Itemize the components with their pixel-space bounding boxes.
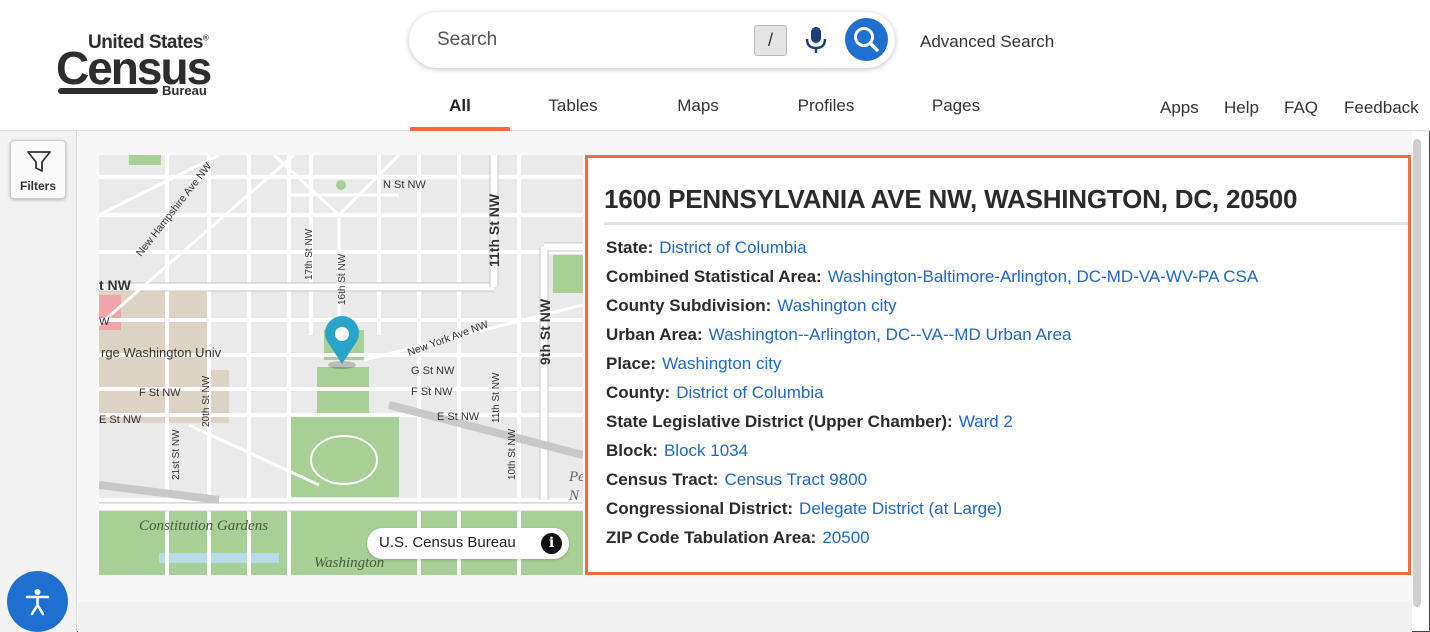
map-label-n: N: [568, 488, 580, 504]
microphone-icon[interactable]: [805, 26, 827, 54]
map-label-f-st-left: F St NW: [139, 387, 181, 399]
accessibility-icon: [25, 589, 50, 616]
feedback-link[interactable]: Feedback: [1344, 98, 1419, 118]
map-label-constitution: Constitution Gardens: [139, 518, 268, 534]
address-details-panel: 1600 PENNSYLVANIA AVE NW, WASHINGTON, DC…: [585, 155, 1411, 575]
geo-row-urban-area: Urban Area: Washington--Arlington, DC--VA…: [606, 325, 1072, 344]
map-label-16th-st: 16th St NW: [337, 253, 348, 305]
apps-link[interactable]: Apps: [1160, 98, 1199, 118]
geo-row-county-subdivision: County Subdivision: Washington city: [606, 296, 897, 315]
tab-maps[interactable]: Maps: [658, 96, 738, 130]
tab-pages[interactable]: Pages: [916, 96, 996, 130]
logo-underline: [58, 88, 158, 94]
faq-link[interactable]: FAQ: [1284, 98, 1318, 118]
left-rail: [0, 131, 77, 632]
map-label-17th-st: 17th St NW: [304, 228, 315, 280]
map-label-gw-univ: rge Washington Univ: [101, 345, 222, 360]
geo-link[interactable]: District of Columbia: [659, 238, 806, 257]
slash-shortcut-key: /: [754, 25, 787, 56]
map-label-10th-st: 10th St NW: [507, 428, 518, 480]
map-attribution-text: U.S. Census Bureau: [379, 534, 516, 551]
geo-row-place: Place: Washington city: [606, 354, 782, 373]
geo-link[interactable]: Washington city: [662, 354, 781, 373]
map-label-9th-st: 9th St NW: [537, 298, 553, 365]
geo-row-state-legislative: State Legislative District (Upper Chambe…: [606, 412, 1013, 431]
geo-link[interactable]: Ward 2: [959, 412, 1013, 431]
search-box: /: [409, 12, 895, 68]
map-label-t-nw: t NW: [99, 277, 132, 293]
geo-row-congressional-district: Congressional District: Delegate District…: [606, 499, 1003, 518]
map-canvas[interactable]: N St NW 11th St NW 9th St NW New Hampshi…: [99, 155, 583, 575]
accessibility-button[interactable]: [7, 571, 68, 632]
search-icon: [854, 27, 879, 52]
map-attribution: U.S. Census Bureau i: [367, 528, 569, 559]
geo-link[interactable]: Block 1034: [664, 441, 748, 460]
logo-bottom-text: Bureau: [162, 83, 207, 98]
census-logo[interactable]: United States® Census Bureau: [56, 32, 226, 98]
search-button[interactable]: [845, 18, 888, 61]
filters-label: Filters: [19, 179, 56, 193]
map-label-20th-st: 20th St NW: [201, 375, 212, 427]
geo-row-state: State: District of Columbia: [606, 238, 807, 257]
map-label-washington: Washington: [314, 555, 384, 571]
tab-all[interactable]: All: [410, 96, 510, 131]
map-label-f-st: F St NW: [411, 386, 453, 398]
map-label-21st-st: 21st St NW: [171, 429, 182, 480]
geo-link[interactable]: Census Tract 9800: [724, 470, 867, 489]
geo-row-block: Block: Block 1034: [606, 441, 749, 460]
geo-link[interactable]: Washington-Baltimore-Arlington, DC-MD-VA…: [828, 267, 1258, 286]
content-footer-strip: [78, 602, 1412, 632]
filters-button[interactable]: Filters: [10, 140, 66, 199]
geo-link[interactable]: Washington city: [777, 296, 896, 315]
map-label-w: W: [99, 316, 110, 328]
geo-link[interactable]: District of Columbia: [676, 383, 823, 402]
geo-row-census-tract: Census Tract: Census Tract 9800: [606, 470, 868, 489]
map-label-e-st-left: E St NW: [99, 414, 142, 426]
info-icon[interactable]: i: [541, 533, 562, 554]
title-divider: [604, 222, 1408, 225]
map-label-pe: Pe: [568, 469, 583, 485]
advanced-search-link[interactable]: Advanced Search: [920, 32, 1054, 52]
tab-profiles[interactable]: Profiles: [784, 96, 868, 130]
geo-row-zcta: ZIP Code Tabulation Area: 20500: [606, 528, 870, 547]
tab-tables[interactable]: Tables: [528, 96, 618, 130]
filter-icon: [27, 151, 51, 172]
geo-link[interactable]: Delegate District (at Large): [799, 499, 1002, 518]
geo-link[interactable]: Washington--Arlington, DC--VA--MD Urban …: [709, 325, 1072, 344]
page-scrollbar[interactable]: [1413, 139, 1421, 607]
site-header: United States® Census Bureau / Advanced …: [0, 0, 1430, 131]
map-label-11th-st-small: 11th St NW: [491, 372, 502, 423]
geo-row-csa: Combined Statistical Area: Washington-Bal…: [606, 267, 1259, 286]
geo-row-county: County: District of Columbia: [606, 383, 824, 402]
search-input[interactable]: [437, 24, 737, 56]
geo-link[interactable]: 20500: [822, 528, 869, 547]
map-label-g-st: G St NW: [411, 365, 455, 377]
help-link[interactable]: Help: [1224, 98, 1259, 118]
location-map[interactable]: N St NW 11th St NW 9th St NW New Hampshi…: [99, 155, 583, 575]
map-label-11th-st: 11th St NW: [486, 193, 502, 267]
map-label-e-st: E St NW: [437, 411, 480, 423]
map-label-n-st: N St NW: [383, 179, 426, 191]
address-title: 1600 PENNSYLVANIA AVE NW, WASHINGTON, DC…: [604, 184, 1298, 214]
